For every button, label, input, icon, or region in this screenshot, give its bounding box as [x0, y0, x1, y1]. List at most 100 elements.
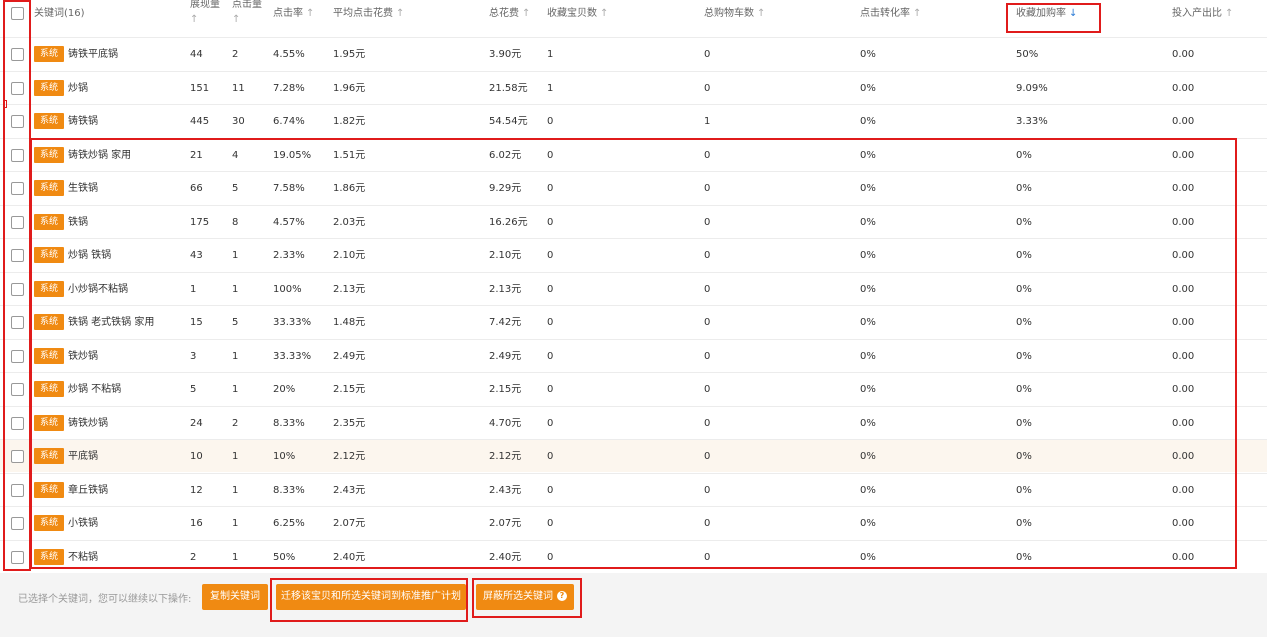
cell-clicks: 1 [232, 518, 239, 529]
cell-fav-cart-rate: 0% [1016, 149, 1032, 161]
cell-conv-rate: 0% [860, 250, 876, 261]
cell-roi: 0.00 [1172, 250, 1195, 261]
cell-total-cost: 4.70元 [489, 417, 522, 429]
cell-impressions: 5 [190, 384, 197, 395]
help-icon[interactable]: ? [557, 591, 567, 601]
cell-cart: 0 [704, 183, 711, 194]
cell-impressions: 1 [190, 283, 197, 295]
table-row[interactable]: 系统 铁锅 老式铁锅 家用 15 5 33.33% 1.48元 7.42元 0 0 0% 0% 0.0… [0, 305, 1267, 338]
row-checkbox[interactable] [11, 249, 24, 262]
cell-impressions: 44 [190, 49, 203, 60]
header-fav-items[interactable]: 收藏宝贝数 ↑ [547, 6, 608, 21]
cell-avg-cpc: 2.49元 [333, 350, 366, 362]
system-tag-badge: 系统 [34, 548, 64, 565]
row-checkbox[interactable] [11, 450, 24, 463]
system-tag-badge: 系统 [34, 515, 64, 531]
cell-impressions: 3 [190, 350, 197, 362]
table-row[interactable]: 系统 炒锅 151 11 7.28% 1.96元 21.58元 1 0 0% 9.09% 0.00 [0, 70, 1267, 104]
migrate-to-standard-plan-button[interactable]: 迁移该宝贝和所选关键词到标准推广计划 [276, 584, 466, 610]
header-fav-cart-rate[interactable]: 收藏加购率 ↓ [1016, 6, 1077, 21]
cell-ctr: 50% [273, 551, 296, 563]
row-checkbox[interactable] [11, 483, 24, 497]
cell-avg-cpc: 1.95元 [333, 49, 366, 60]
copy-keywords-button[interactable]: 复制关键词 [202, 584, 268, 610]
cell-conv-rate: 0% [860, 149, 876, 161]
row-checkbox[interactable] [11, 282, 24, 296]
table-row[interactable]: 系统 小炒锅不粘锅 1 1 100% 2.13元 2.13元 0 0 0% 0% 0.00 [0, 271, 1267, 305]
cell-total-cost: 7.42元 [489, 317, 522, 328]
header-total-cost[interactable]: 总花费 ↑ [489, 6, 530, 21]
table-row[interactable]: 系统 铁锅 175 8 4.57% 2.03元 16.26元 0 0 0% 0% 0.00 [0, 204, 1267, 238]
row-checkbox[interactable] [11, 215, 24, 229]
table-row[interactable]: 系统 铸铁炒锅 24 2 8.33% 2.35元 4.70元 0 0 0% 0% 0.00 [0, 405, 1267, 439]
system-tag-badge: 系统 [34, 146, 64, 163]
row-checkbox[interactable] [11, 349, 24, 363]
row-checkbox[interactable] [11, 383, 24, 396]
cell-fav-cart-rate: 0% [1016, 384, 1032, 395]
cell-keyword: 炒锅 铁锅 [68, 250, 112, 261]
header-roi[interactable]: 投入产出比 ↑ [1172, 6, 1233, 21]
cell-conv-rate: 0% [860, 551, 876, 563]
table-row[interactable]: 系统 平底锅 10 1 10% 2.12元 2.12元 0 0 0% 0% 0.00 [0, 439, 1267, 472]
cell-ctr: 8.33% [273, 484, 305, 496]
header-cart[interactable]: 总购物车数 ↑ [704, 6, 765, 21]
table-row[interactable]: 系统 炒锅 不粘锅 5 1 20% 2.15元 2.15元 0 0 0% 0% 0.00 [0, 372, 1267, 405]
cell-fav-items: 0 [547, 317, 554, 328]
sort-arrow-icon: ↓ [1069, 8, 1078, 19]
cell-conv-rate: 0% [860, 484, 876, 496]
cell-roi: 0.00 [1172, 551, 1195, 563]
header-conv-rate[interactable]: 点击转化率 ↑ [860, 6, 921, 21]
header-impressions[interactable]: 展现量 ↑ [190, 0, 220, 27]
cell-impressions: 175 [190, 216, 210, 228]
cell-fav-items: 0 [547, 451, 554, 462]
cell-ctr: 7.28% [273, 82, 305, 94]
cell-fav-items: 1 [547, 82, 554, 94]
cell-cart: 1 [704, 116, 711, 127]
cell-cart: 0 [704, 149, 711, 161]
select-all-checkbox[interactable] [11, 7, 24, 20]
row-checkbox[interactable] [11, 550, 24, 564]
table-row[interactable]: 系统 铁炒锅 3 1 33.33% 2.49元 2.49元 0 0 0% 0% 0.00 [0, 338, 1267, 372]
row-checkbox[interactable] [11, 316, 24, 329]
cell-roi: 0.00 [1172, 283, 1195, 295]
cell-fav-items: 0 [547, 283, 554, 295]
row-checkbox[interactable] [11, 517, 24, 530]
table-row[interactable]: 系统 不粘锅 2 1 50% 2.40元 2.40元 0 0 0% 0% 0.00 [0, 539, 1267, 573]
table-row[interactable]: 系统 生铁锅 66 5 7.58% 1.86元 9.29元 0 0 0% 0% 0.00 [0, 171, 1267, 204]
table-row[interactable]: 系统 铸铁锅 445 30 6.74% 1.82元 54.54元 0 1 0% 3.33% 0.00 [0, 104, 1267, 137]
table-row[interactable]: 系统 章丘铁锅 12 1 8.33% 2.43元 2.43元 0 0 0% 0% 0.00 [0, 472, 1267, 506]
table-row[interactable]: 系统 铸铁平底锅 44 2 4.55% 1.95元 3.90元 1 0 0% 50% 0.00 [0, 37, 1267, 70]
cell-fav-cart-rate: 9.09% [1016, 82, 1048, 94]
cell-cart: 0 [704, 417, 711, 429]
table-row[interactable]: 系统 小铁锅 16 1 6.25% 2.07元 2.07元 0 0 0% 0% 0.00 [0, 506, 1267, 539]
block-keywords-button[interactable]: 屏蔽所选关键词? [476, 584, 574, 610]
cell-ctr: 20% [273, 384, 296, 395]
cell-fav-cart-rate: 0% [1016, 317, 1032, 328]
cell-clicks: 2 [232, 49, 239, 60]
header-ctr[interactable]: 点击率 ↑ [273, 6, 314, 21]
system-tag-badge: 系统 [34, 448, 64, 464]
row-checkbox[interactable] [11, 81, 24, 95]
row-checkbox[interactable] [11, 416, 24, 430]
cell-total-cost: 54.54元 [489, 116, 528, 127]
header-clicks[interactable]: 点击量 ↑ [232, 0, 262, 27]
system-tag-badge: 系统 [34, 46, 64, 62]
cell-keyword: 铸铁平底锅 [68, 49, 118, 60]
cell-keyword: 小铁锅 [68, 518, 98, 529]
cell-total-cost: 2.10元 [489, 250, 522, 261]
cell-ctr: 10% [273, 451, 296, 462]
row-checkbox[interactable] [11, 182, 24, 195]
cell-keyword: 铁炒锅 [68, 350, 98, 362]
cell-keyword: 生铁锅 [68, 183, 98, 194]
annotation-mark [3, 100, 7, 108]
cell-clicks: 4 [232, 149, 239, 161]
table-row[interactable]: 系统 铸铁炒锅 家用 21 4 19.05% 1.51元 6.02元 0 0 0% 0% 0.00 [0, 137, 1267, 171]
header-avg-cpc[interactable]: 平均点击花费 ↑ [333, 6, 404, 21]
cell-total-cost: 21.58元 [489, 82, 528, 94]
system-tag-badge: 系统 [34, 180, 64, 196]
cell-ctr: 33.33% [273, 350, 312, 362]
row-checkbox[interactable] [11, 48, 24, 61]
row-checkbox[interactable] [11, 148, 24, 162]
row-checkbox[interactable] [11, 115, 24, 128]
table-row[interactable]: 系统 炒锅 铁锅 43 1 2.33% 2.10元 2.10元 0 0 0% 0% 0.00 [0, 238, 1267, 271]
